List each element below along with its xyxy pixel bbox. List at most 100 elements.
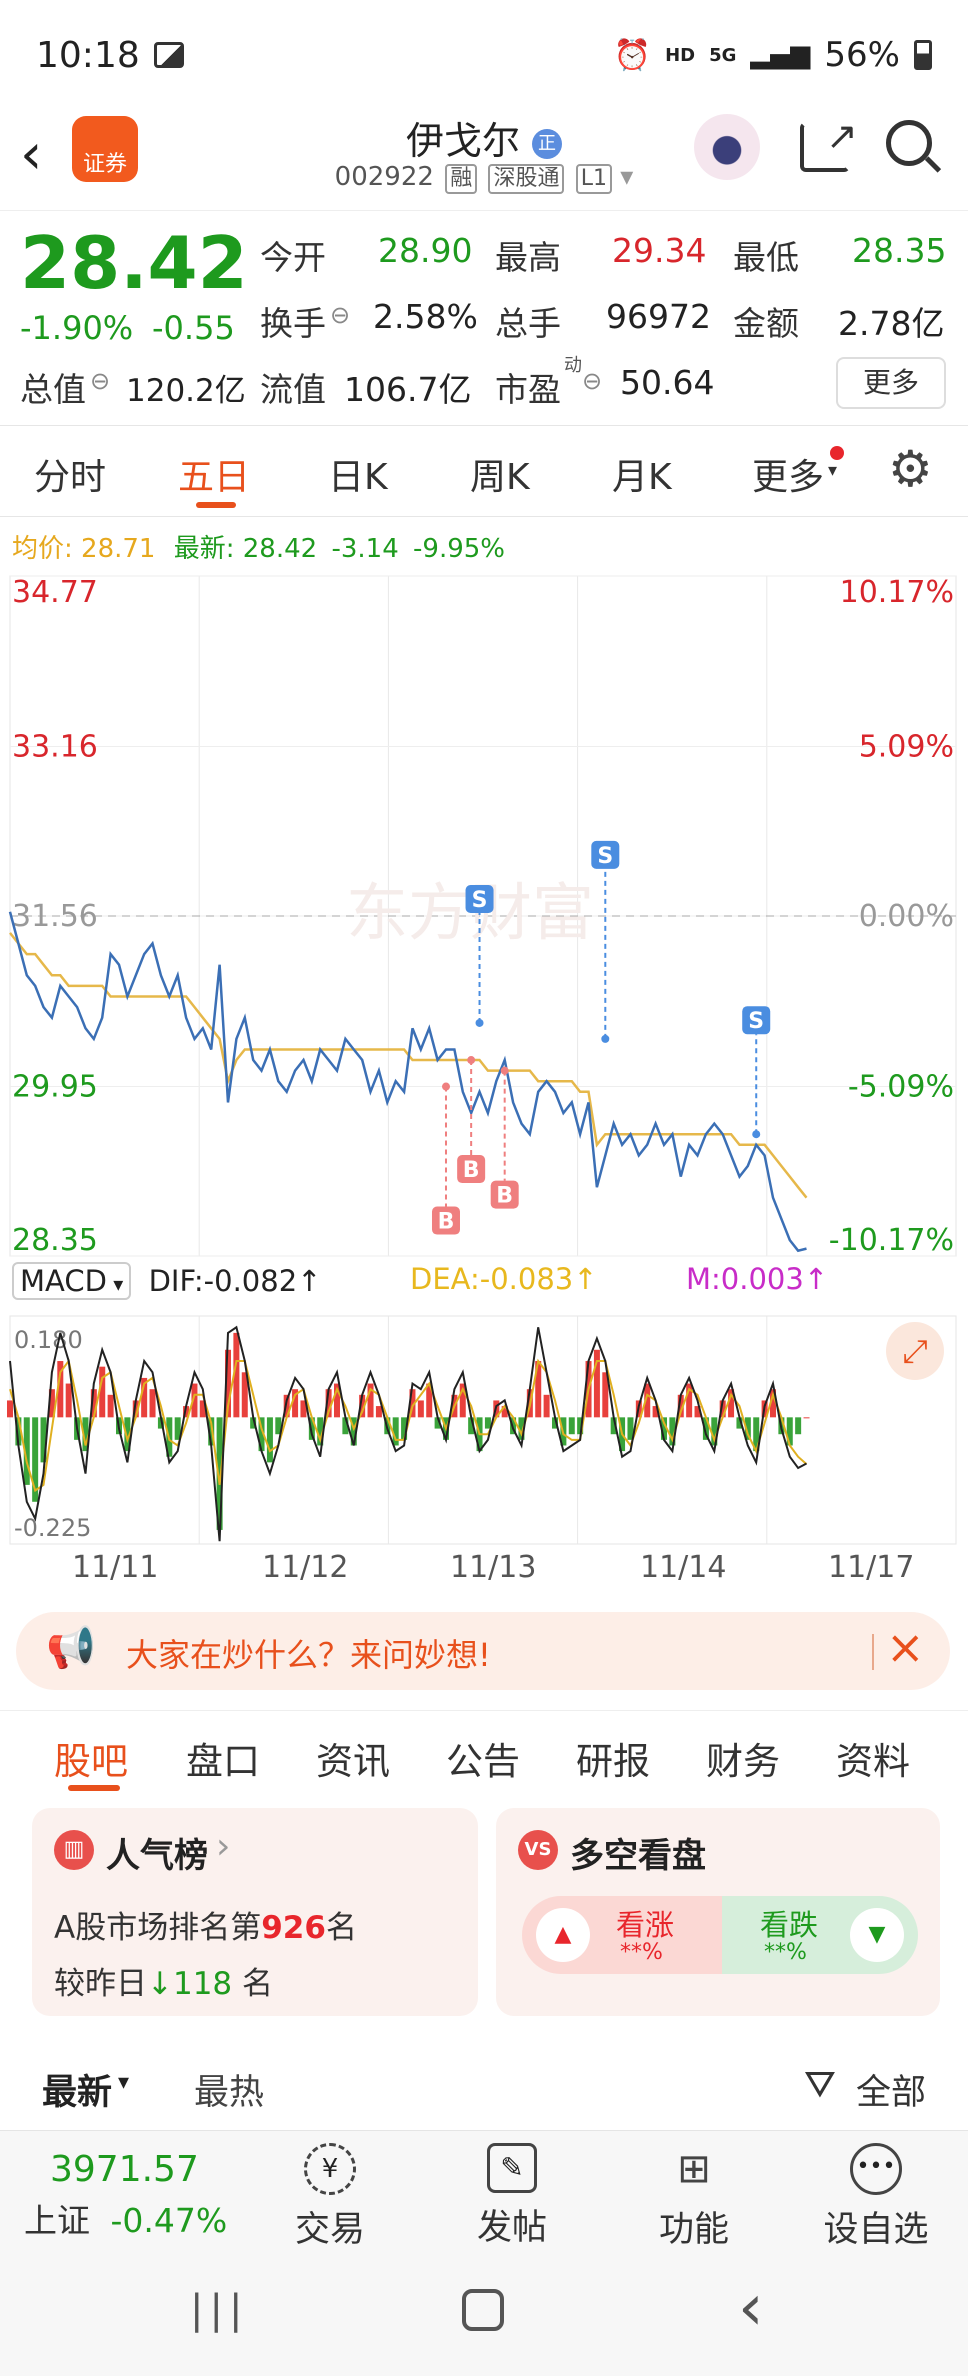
change: -0.55 <box>152 309 235 347</box>
latest-value: 28.42 <box>242 534 318 564</box>
tab-monthly-k[interactable]: 月K <box>612 448 672 500</box>
latest-change: -3.14 <box>331 534 399 564</box>
back-nav-icon[interactable]: ‹ <box>738 2271 764 2345</box>
trade-marker-dot <box>500 1066 509 1075</box>
close-icon[interactable]: × <box>886 1620 925 1674</box>
macd-selector[interactable]: MACD ▾ <box>12 1262 132 1300</box>
nav-trade[interactable]: ¥ 交易 <box>270 2143 390 2252</box>
robot-avatar-icon[interactable] <box>694 114 760 180</box>
trade-marker-dot <box>601 1034 610 1043</box>
chevron-right-icon: › <box>216 1826 231 1867</box>
amount-value: 2.78亿 <box>838 304 945 343</box>
feed-tabs: 最新 ▾ 最热 ⛛ 全部 <box>0 2058 968 2118</box>
index-widget[interactable]: 3971.57 上证 -0.47% <box>24 2149 254 2242</box>
macd-hist-bar <box>65 1383 72 1418</box>
tab-five-day[interactable]: 五日 <box>178 448 250 500</box>
float-label: 流值 <box>260 370 326 409</box>
x-label: 11/17 <box>828 1550 915 1585</box>
low-value: 28.35 <box>852 231 947 270</box>
y-tick-label-pct: 10.17% <box>840 575 954 610</box>
battery-percent: 56% <box>824 35 900 75</box>
tab-intraday[interactable]: 分时 <box>34 448 106 500</box>
bull-button[interactable]: ▲ 看涨 **% <box>522 1896 722 1974</box>
yen-icon: ¥ <box>304 2143 356 2195</box>
bottom-nav: 3971.57 上证 -0.47% ¥ 交易 ✎ 发帖 ⊞ 功能 ••• 设自选… <box>0 2130 968 2376</box>
index-pct: -0.47% <box>110 2201 228 2240</box>
gear-icon[interactable]: ⚙ <box>888 440 933 498</box>
arrow-up-icon: ↑ <box>803 1262 829 1296</box>
recent-apps-icon[interactable]: ||| <box>190 2287 248 2333</box>
macd-chart[interactable]: 0.180 -0.225 <box>0 1312 968 1548</box>
tab-news[interactable]: 资讯 <box>316 1731 390 1785</box>
y-tick-label-pct: -5.09% <box>848 1070 954 1105</box>
turnover-label[interactable]: 换手 <box>260 297 326 345</box>
bear-button[interactable]: 看跌 **% ▼ <box>722 1896 918 1974</box>
feed-latest[interactable]: 最新 <box>42 2064 112 2115</box>
nav-watchlist[interactable]: ••• 设自选 <box>816 2143 936 2252</box>
trade-marker-label: S <box>748 1009 764 1034</box>
hd-label: HD <box>665 44 696 66</box>
rank-line: A股市场排名第926名 <box>54 1902 357 1947</box>
y-tick-label-pct: 5.09% <box>859 730 954 765</box>
tab-profile[interactable]: 资料 <box>836 1731 910 1785</box>
trade-marker-dot <box>475 1018 484 1027</box>
tab-daily-k[interactable]: 日K <box>328 448 388 500</box>
rank-suffix: 名 <box>325 1910 357 1946</box>
five-day-price-chart[interactable]: 东方财富34.7733.1631.5629.9528.3510.17%5.09%… <box>0 570 968 1260</box>
tab-research[interactable]: 研报 <box>576 1731 650 1785</box>
tag-connect: 深股通 <box>488 164 565 194</box>
bar-chart-icon: ▥ <box>54 1830 94 1870</box>
macd-header: MACD ▾ DIF:-0.082↑ DEA:-0.083↑ M:0.003↑ <box>12 1262 956 1308</box>
avg-label: 均价: <box>12 534 73 564</box>
dea-label: DEA: <box>410 1262 480 1296</box>
macd-hist-bar <box>149 1389 156 1418</box>
y-tick-label-pct: 0.00% <box>859 899 954 934</box>
popularity-card[interactable]: ▥ 人气榜 › A股市场排名第926名 较昨日↓118 名 <box>32 1808 478 2016</box>
promo-banner[interactable]: 📢 大家在炒什么？来问妙想! × <box>16 1612 950 1690</box>
info-icon[interactable]: ⊖ <box>90 367 110 395</box>
mktcap-label[interactable]: 总值 <box>20 363 86 411</box>
info-icon[interactable]: ⊖ <box>582 367 602 395</box>
macd-ymin: -0.225 <box>14 1514 91 1542</box>
filter-icon[interactable]: ⛛ <box>804 2062 836 2107</box>
y-tick-label: 33.16 <box>12 730 98 765</box>
info-icon[interactable]: ⊖ <box>330 301 350 329</box>
pe-label[interactable]: 市盈 <box>495 363 561 411</box>
share-arrow-icon: ↗ <box>826 114 858 158</box>
latest-label: 最新: <box>173 534 235 564</box>
tab-more[interactable]: 更多 <box>752 448 824 500</box>
rank-value: 926 <box>261 1910 326 1946</box>
index-value: 3971.57 <box>50 2149 199 2190</box>
tab-weekly-k[interactable]: 周K <box>470 448 530 500</box>
delta-value: 118 <box>172 1966 233 2002</box>
feed-hottest[interactable]: 最热 <box>194 2064 264 2115</box>
tab-finance[interactable]: 财务 <box>706 1731 780 1785</box>
low-label: 最低 <box>733 238 799 277</box>
nav-post[interactable]: ✎ 发帖 <box>452 2143 572 2250</box>
x-label: 11/13 <box>450 1550 537 1585</box>
tab-forum[interactable]: 股吧 <box>54 1731 128 1785</box>
more-button[interactable]: 更多 <box>836 357 946 409</box>
nav-functions[interactable]: ⊞ 功能 <box>634 2143 754 2252</box>
high-value: 29.34 <box>612 231 707 270</box>
sentiment-card[interactable]: VS 多空看盘 ▲ 看涨 **% 看跌 **% ▼ <box>496 1808 940 2016</box>
tab-orderbook[interactable]: 盘口 <box>186 1731 260 1785</box>
edit-icon: ✎ <box>487 2143 537 2193</box>
home-icon[interactable] <box>462 2289 504 2331</box>
nav-watchlist-label: 设自选 <box>823 2210 929 2250</box>
bull-label: 看涨 <box>616 1908 675 1942</box>
clock: 10:18 <box>36 34 140 76</box>
m-value: 0.003 <box>720 1262 804 1296</box>
tab-announcements[interactable]: 公告 <box>446 1731 520 1785</box>
dropdown-icon: ▾ <box>118 2070 130 2095</box>
signal-icon: ▂▄▆ <box>750 40 811 70</box>
vs-icon: VS <box>518 1830 558 1870</box>
trade-marker-label: B <box>438 1210 455 1235</box>
y-tick-label: 29.95 <box>12 1070 98 1105</box>
bull-value: **% <box>620 1940 663 1965</box>
network-label: 5G <box>709 44 737 66</box>
rank-prefix: A股市场排名第 <box>54 1910 262 1946</box>
filter-label[interactable]: 全部 <box>856 2064 926 2115</box>
macd-hist-bar <box>568 1417 575 1435</box>
expand-icon[interactable]: ⤢ <box>886 1322 944 1380</box>
